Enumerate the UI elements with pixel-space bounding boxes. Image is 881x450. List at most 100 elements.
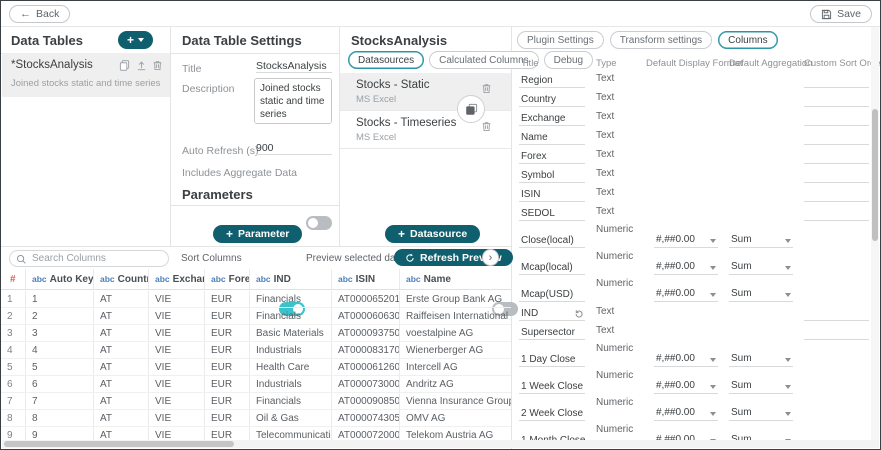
custom-sort-input[interactable] [804,309,869,321]
aggregation-select[interactable]: Sum [729,380,793,394]
custom-sort-input[interactable] [804,76,869,88]
delete-icon[interactable] [479,81,493,95]
preview-table-row[interactable]: 2 2 AT VIE EUR Financials AT0000606306 R… [1,308,511,325]
abc-type-icon: abc [100,274,115,284]
column-row: Name Text [511,128,872,147]
ind-cell: Financials [250,291,332,307]
columns-panel-tab[interactable]: Plugin Settings [517,31,604,49]
column-type: Numeric [596,251,633,262]
column-title-input[interactable]: Country [519,94,585,107]
country-cell: AT [94,376,149,392]
title-input[interactable] [256,60,332,73]
display-format-select[interactable]: #,##0.00 [654,380,718,394]
column-title-input[interactable]: ISIN [519,189,585,202]
column-type: Text [596,306,614,317]
description-input[interactable]: Joined stocks static and time series [254,78,332,124]
search-columns-input[interactable] [32,252,162,265]
data-tables-title: Data Tables [11,33,83,48]
preview-table-row[interactable]: 5 5 AT VIE EUR Health Care AT0000612601 … [1,359,511,376]
tab-label: Plugin Settings [527,35,594,46]
display-format-select[interactable]: #,##0.00 [654,261,718,275]
preview-header-cell[interactable]: abcISIN [332,269,400,289]
preview-header-cell[interactable]: # [1,269,26,289]
scrollbar-thumb[interactable] [872,109,878,241]
column-title-input[interactable]: Mcap(USD) [519,289,585,302]
column-title-input[interactable]: 2 Week Close [519,408,585,421]
join-datasources-icon[interactable] [457,95,485,123]
column-title-input[interactable]: Exchange [519,113,585,126]
column-title-input[interactable]: Name [519,132,585,145]
preview-table-row[interactable]: 4 4 AT VIE EUR Industrials AT0000831706 … [1,342,511,359]
forex-cell: EUR [205,291,250,307]
delete-icon[interactable] [150,58,164,72]
column-title-input[interactable]: Mcap(local) [519,262,585,275]
custom-sort-input[interactable] [804,133,869,145]
ind-cell: Basic Materials [250,325,332,341]
expand-preview-button[interactable]: › [482,249,499,266]
forex-cell: EUR [205,359,250,375]
aggregation-value: Sum [731,407,752,418]
display-format-select[interactable]: #,##0.00 [654,407,718,421]
aggregation-select[interactable]: Sum [729,234,793,248]
display-format-value: #,##0.00 [656,380,695,391]
reset-icon[interactable] [573,308,584,319]
preview-table-row[interactable]: 6 6 AT VIE EUR Industrials AT0000730007 … [1,376,511,393]
display-format-select[interactable]: #,##0.00 [654,353,718,367]
preview-table-row[interactable]: 3 3 AT VIE EUR Basic Materials AT0000937… [1,325,511,342]
display-format-select[interactable]: #,##0.00 [654,288,718,302]
aggregation-select[interactable]: Sum [729,353,793,367]
preview-table-row[interactable]: 1 1 AT VIE EUR Financials AT0000652011 E… [1,291,511,308]
preview-header-cell[interactable]: abcName [400,269,511,289]
column-title-input[interactable]: Region [519,75,585,88]
horizontal-scrollbar[interactable] [2,440,879,448]
preview-header-cell[interactable]: abcExchange [149,269,205,289]
custom-sort-input[interactable] [804,190,869,202]
display-format-select[interactable]: #,##0.00 [654,234,718,248]
custom-sort-input[interactable] [804,95,869,107]
column-title-input[interactable]: Symbol [519,170,585,183]
columns-panel-tab[interactable]: Transform settings [610,31,712,49]
auto-refresh-input[interactable] [256,142,332,155]
preview-header-cell[interactable]: abcForex [205,269,250,289]
preview-table-row[interactable]: 7 7 AT VIE EUR Financials AT0000908504 V… [1,393,511,410]
aggregation-select[interactable]: Sum [729,407,793,421]
datasource-item-static[interactable]: Stocks - Static MS Excel [340,73,511,111]
preview-table-row[interactable]: 8 8 AT VIE EUR Oil & Gas AT0000743059 OM… [1,410,511,427]
add-datasource-button[interactable]: + Datasource [385,225,480,243]
scrollbar-thumb[interactable] [4,441,234,447]
save-button[interactable]: Save [810,5,872,23]
preview-header-cell[interactable]: abcIND [250,269,332,289]
aggregation-select[interactable]: Sum [729,288,793,302]
custom-sort-input[interactable] [804,328,869,340]
column-title-input[interactable]: Forex [519,151,585,164]
add-parameter-button[interactable]: + Parameter [213,225,302,243]
aggregation-select[interactable]: Sum [729,261,793,275]
custom-sort-input[interactable] [804,171,869,183]
datasource-tab[interactable]: Debug [544,51,593,69]
column-title-input[interactable]: Close(local) [519,235,585,248]
preview-header-cell[interactable]: abcAuto Key [26,269,94,289]
column-header-title: Title [521,58,539,69]
data-table-list-item[interactable]: *StocksAnalysis Joined stocks static and… [2,53,170,97]
column-title-input[interactable]: SEDOL [519,208,585,221]
datasource-item-timeseries[interactable]: Stocks - Timeseries MS Excel [340,111,511,149]
datasource-tab[interactable]: Datasources [348,51,424,69]
delete-icon[interactable] [479,119,493,133]
vertical-scrollbar[interactable] [871,27,879,440]
column-title-input[interactable]: 1 Day Close [519,354,585,367]
upload-icon[interactable] [134,58,148,72]
column-title-input[interactable]: Supersector [519,327,585,340]
back-button[interactable]: ← Back [9,5,70,23]
preview-header-cell[interactable]: abcCountry [94,269,149,289]
auto-key-cell: 4 [26,342,94,358]
columns-panel-tab[interactable]: Columns [718,31,777,49]
aggregate-data-toggle[interactable] [306,216,332,230]
copy-icon[interactable] [117,58,131,72]
custom-sort-input[interactable] [804,209,869,221]
column-row: ISIN Text [511,185,872,204]
column-title-input[interactable]: 1 Week Close [519,381,585,394]
add-data-table-button[interactable]: + [118,31,153,49]
custom-sort-input[interactable] [804,114,869,126]
custom-sort-input[interactable] [804,152,869,164]
auto-key-cell: 1 [26,291,94,307]
